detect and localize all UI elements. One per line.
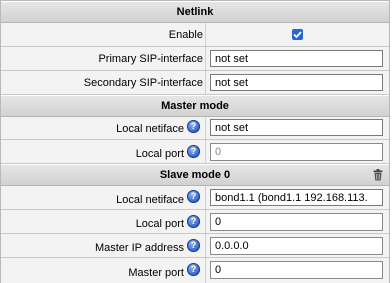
slave-local-netiface-row: Local netiface ? bond1.1 (bond1.1 192.16…: [1, 186, 389, 210]
column-divider: [205, 186, 206, 209]
master-ip-value: 0.0.0.0: [215, 240, 249, 252]
slave-local-port-input[interactable]: 0: [210, 213, 383, 231]
slave-local-port-value: 0: [215, 216, 222, 228]
master-local-netiface-label: Local netiface: [116, 123, 184, 135]
slave-local-port-label: Local port: [135, 218, 184, 230]
master-ip-input[interactable]: 0.0.0.0: [210, 237, 383, 255]
help-icon[interactable]: ?: [187, 190, 200, 203]
master-local-netiface-select[interactable]: not set: [210, 119, 383, 136]
primary-sip-row: Primary SIP-interface not set: [1, 47, 389, 71]
column-divider: [205, 210, 206, 233]
primary-sip-select[interactable]: not set: [210, 50, 383, 67]
column-divider: [205, 140, 206, 163]
help-icon[interactable]: ?: [187, 263, 200, 276]
enable-checkbox[interactable]: [292, 29, 303, 40]
primary-sip-value: not set: [215, 53, 249, 65]
trash-icon[interactable]: [373, 169, 383, 181]
secondary-sip-select[interactable]: not set: [210, 74, 383, 91]
column-divider: [205, 258, 206, 283]
master-ip-row: Master IP address ? 0.0.0.0: [1, 234, 389, 258]
master-mode-title: Master mode: [161, 100, 229, 112]
help-icon[interactable]: ?: [187, 120, 200, 133]
slave-local-netiface-label: Local netiface: [116, 194, 184, 206]
master-port-value: 0: [215, 264, 222, 276]
master-local-netiface-row: Local netiface ? not set: [1, 117, 389, 140]
slave-local-netiface-select[interactable]: bond1.1 (bond1.1 192.168.113.7: [210, 189, 383, 206]
enable-label: Enable: [168, 29, 203, 41]
column-divider: [205, 234, 206, 257]
slave-mode-section-header: Slave mode 0: [1, 164, 389, 186]
slave-local-port-row: Local port ? 0: [1, 210, 389, 234]
slave-local-netiface-value: bond1.1 (bond1.1 192.168.113.7: [215, 192, 367, 204]
primary-sip-label: Primary SIP-interface: [98, 53, 203, 65]
enable-row: Enable: [1, 23, 389, 47]
master-local-port-input[interactable]: 0: [210, 143, 383, 161]
checkmark-icon: [293, 31, 302, 39]
help-icon[interactable]: ?: [187, 215, 200, 228]
column-divider: [205, 117, 206, 139]
master-local-port-value: 0: [215, 146, 222, 158]
slave-mode-title: Slave mode 0: [159, 169, 231, 181]
master-local-port-row: Local port ? 0: [1, 140, 389, 164]
master-mode-section-header: Master mode: [1, 95, 389, 117]
netlink-section-header: Netlink: [1, 1, 389, 23]
master-local-netiface-value: not set: [215, 122, 249, 134]
master-port-label: Master port: [128, 267, 184, 279]
netlink-settings-panel: Netlink Enable Primary SIP-interface not…: [0, 0, 390, 283]
master-port-input[interactable]: 0: [210, 261, 383, 279]
netlink-section-title: Netlink: [176, 6, 214, 18]
master-ip-label: Master IP address: [94, 242, 184, 254]
secondary-sip-value: not set: [215, 77, 249, 89]
column-divider: [205, 47, 206, 70]
column-divider: [205, 71, 206, 94]
master-port-row: Master port ? 0: [1, 258, 389, 283]
help-icon[interactable]: ?: [187, 145, 200, 158]
column-divider: [205, 23, 206, 46]
secondary-sip-row: Secondary SIP-interface not set: [1, 71, 389, 95]
help-icon[interactable]: ?: [187, 239, 200, 252]
master-local-port-label: Local port: [135, 148, 184, 160]
secondary-sip-label: Secondary SIP-interface: [83, 77, 203, 89]
